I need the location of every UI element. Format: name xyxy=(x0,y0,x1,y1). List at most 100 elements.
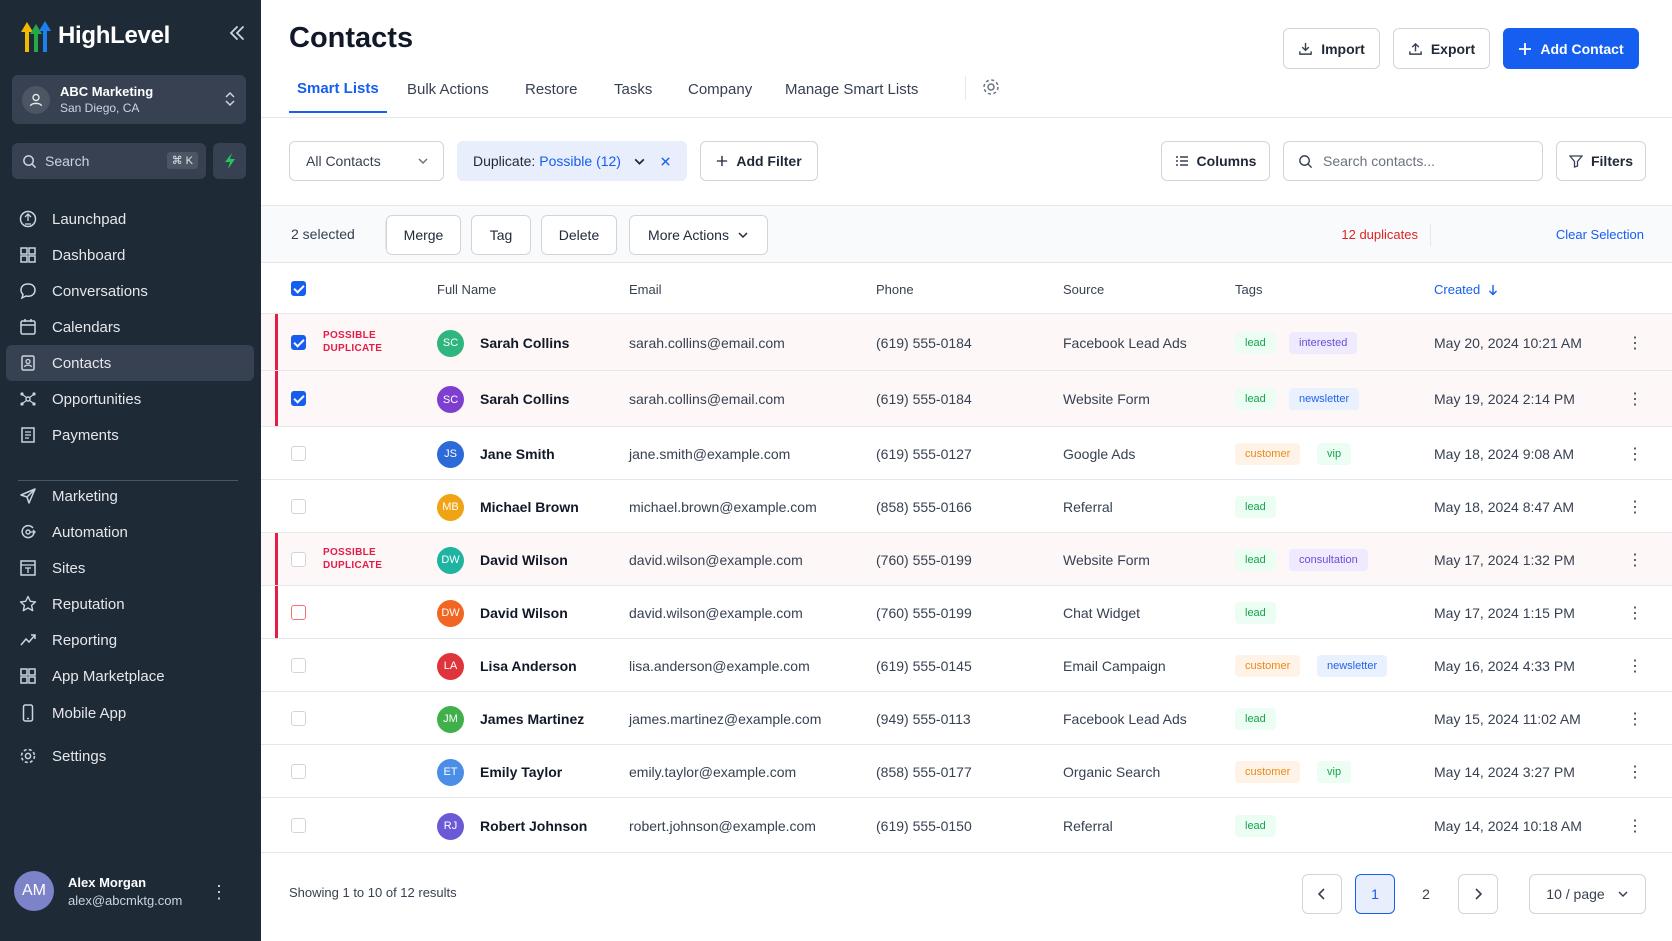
contact-name[interactable]: David Wilson xyxy=(480,605,568,621)
collapse-sidebar-icon[interactable] xyxy=(226,22,248,44)
export-button[interactable]: Export xyxy=(1393,28,1490,69)
merge-button[interactable]: Merge xyxy=(386,215,461,255)
sidebar-item-mobile-app[interactable]: Mobile App xyxy=(6,695,254,731)
row-more-icon[interactable]: ⋮ xyxy=(1627,333,1643,353)
contact-name[interactable]: Lisa Anderson xyxy=(480,658,577,674)
tab-settings-gear-icon[interactable] xyxy=(981,77,1001,102)
more-vertical-icon[interactable]: ⋮ xyxy=(210,882,228,903)
row-checkbox[interactable] xyxy=(291,710,306,726)
table-row[interactable]: POSSIBLE DUPLICATE SC Sarah Collins sarah.co… xyxy=(261,314,1672,371)
sidebar-item-dashboard[interactable]: Dashboard xyxy=(6,237,254,273)
table-row[interactable]: JS Jane Smith jane.smith@example.com (619) … xyxy=(261,427,1672,480)
quick-actions-button[interactable] xyxy=(213,143,246,179)
prev-page-button[interactable] xyxy=(1302,874,1342,914)
column-header-name[interactable]: Full Name xyxy=(437,282,496,297)
sidebar-item-launchpad[interactable]: Launchpad xyxy=(6,201,254,237)
column-header-phone[interactable]: Phone xyxy=(876,282,914,297)
table-row[interactable]: ET Emily Taylor emily.taylor@example.com (8… xyxy=(261,745,1672,798)
contact-email: robert.johnson@example.com xyxy=(629,817,816,834)
row-more-icon[interactable]: ⋮ xyxy=(1627,709,1643,729)
row-more-icon[interactable]: ⋮ xyxy=(1627,550,1643,570)
table-row[interactable]: JM James Martinez james.martinez@example.c… xyxy=(261,692,1672,745)
tab-manage-smart-lists[interactable]: Manage Smart Lists xyxy=(785,65,918,113)
select-all-checkbox[interactable] xyxy=(291,281,306,296)
contact-name[interactable]: Emily Taylor xyxy=(480,764,562,780)
sidebar-item-reputation[interactable]: Reputation xyxy=(6,586,254,622)
sidebar-item-marketing[interactable]: Marketing xyxy=(6,478,254,514)
sidebar-item-reporting[interactable]: Reporting xyxy=(6,622,254,658)
row-checkbox[interactable] xyxy=(291,763,306,779)
sidebar-item-automation[interactable]: Automation xyxy=(6,514,254,550)
tab-bulk-actions[interactable]: Bulk Actions xyxy=(407,65,489,113)
row-checkbox[interactable] xyxy=(291,817,306,833)
column-header-tags[interactable]: Tags xyxy=(1235,282,1262,297)
table-row[interactable]: LA Lisa Anderson lisa.anderson@example.com… xyxy=(261,639,1672,692)
close-icon[interactable] xyxy=(660,156,671,167)
sidebar-item-payments[interactable]: Payments xyxy=(6,417,254,453)
sidebar-item-sites[interactable]: Sites xyxy=(6,550,254,586)
sidebar-item-conversations[interactable]: Conversations xyxy=(6,273,254,309)
row-more-icon[interactable]: ⋮ xyxy=(1627,389,1643,409)
sidebar-search[interactable]: Search ⌘ K xyxy=(12,143,206,179)
duplicate-filter-chip[interactable]: Duplicate: Possible (12) xyxy=(457,141,687,181)
sidebar-item-calendars[interactable]: Calendars xyxy=(6,309,254,345)
tab-restore[interactable]: Restore xyxy=(525,65,578,113)
table-row[interactable]: POSSIBLE DUPLICATE DW David Wilson david.wil… xyxy=(261,533,1672,586)
columns-button[interactable]: Columns xyxy=(1161,141,1270,181)
sidebar-item-contacts[interactable]: Contacts xyxy=(6,345,254,381)
chevron-down-icon[interactable] xyxy=(633,155,646,168)
tag-button[interactable]: Tag xyxy=(471,215,531,255)
duplicates-count: 12 duplicates xyxy=(1341,227,1418,242)
smart-list-select[interactable]: All Contacts xyxy=(289,141,444,181)
delete-button[interactable]: Delete xyxy=(541,215,617,255)
row-checkbox[interactable] xyxy=(291,604,306,620)
column-header-source[interactable]: Source xyxy=(1063,282,1104,297)
row-more-icon[interactable]: ⋮ xyxy=(1627,497,1643,517)
row-more-icon[interactable]: ⋮ xyxy=(1627,762,1643,782)
contact-name[interactable]: Sarah Collins xyxy=(480,391,569,407)
table-row[interactable]: RJ Robert Johnson robert.johnson@example.c… xyxy=(261,798,1672,853)
logo[interactable]: HighLevel xyxy=(18,16,170,56)
contact-name[interactable]: David Wilson xyxy=(480,552,568,568)
row-more-icon[interactable]: ⋮ xyxy=(1627,444,1643,464)
add-contact-button[interactable]: Add Contact xyxy=(1503,28,1639,69)
tab-company[interactable]: Company xyxy=(688,65,752,113)
row-checkbox[interactable] xyxy=(291,334,306,350)
tab-tasks[interactable]: Tasks xyxy=(614,65,652,113)
account-switcher[interactable]: ABC Marketing San Diego, CA xyxy=(12,75,246,124)
sidebar-item-opportunities[interactable]: Opportunities xyxy=(6,381,254,417)
contact-name[interactable]: James Martinez xyxy=(480,711,584,727)
page-button-2[interactable]: 2 xyxy=(1406,874,1446,914)
table-row[interactable]: MB Michael Brown michael.brown@example.com… xyxy=(261,480,1672,533)
row-checkbox[interactable] xyxy=(291,445,306,461)
add-filter-button[interactable]: Add Filter xyxy=(700,141,818,181)
column-header-created[interactable]: Created xyxy=(1434,282,1498,297)
contact-name[interactable]: Michael Brown xyxy=(480,499,579,515)
table-row[interactable]: SC Sarah Collins sarah.collins@email.com (6… xyxy=(261,371,1672,427)
contacts-search-field[interactable]: Search contacts... xyxy=(1283,141,1543,181)
contact-name[interactable]: Robert Johnson xyxy=(480,818,587,834)
row-more-icon[interactable]: ⋮ xyxy=(1627,656,1643,676)
sidebar-item-app-marketplace[interactable]: App Marketplace xyxy=(6,658,254,694)
row-checkbox[interactable] xyxy=(291,551,306,567)
row-checkbox[interactable] xyxy=(291,498,306,514)
clear-selection-link[interactable]: Clear Selection xyxy=(1556,227,1644,242)
more-actions-button[interactable]: More Actions xyxy=(629,215,768,255)
filters-button[interactable]: Filters xyxy=(1556,141,1646,181)
row-more-icon[interactable]: ⋮ xyxy=(1627,603,1643,623)
row-checkbox[interactable] xyxy=(291,391,306,406)
next-page-button[interactable] xyxy=(1458,874,1498,914)
user-profile[interactable]: AM Alex Morgan alex@abcmktg.com ⋮ xyxy=(14,870,248,912)
table-row[interactable]: DW David Wilson david.wilson@example.com (7… xyxy=(261,586,1672,639)
sidebar-item-settings[interactable]: Settings xyxy=(6,738,254,774)
per-page-select[interactable]: 10 / page xyxy=(1529,874,1646,914)
column-header-email[interactable]: Email xyxy=(629,282,662,297)
page-button-1[interactable]: 1 xyxy=(1355,874,1395,914)
tab-smart-lists[interactable]: Smart Lists xyxy=(289,65,387,113)
row-checkbox[interactable] xyxy=(291,657,306,673)
contact-name[interactable]: Sarah Collins xyxy=(480,335,569,351)
contact-name[interactable]: Jane Smith xyxy=(480,446,555,462)
import-button[interactable]: Import xyxy=(1283,28,1380,69)
gear-icon xyxy=(18,746,38,766)
row-more-icon[interactable]: ⋮ xyxy=(1627,816,1643,836)
